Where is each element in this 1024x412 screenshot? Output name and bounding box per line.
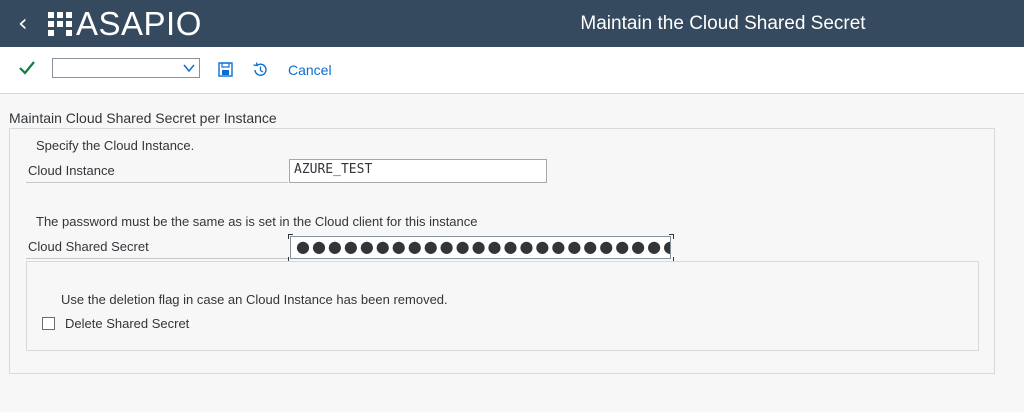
logo-mark-icon [48,12,72,36]
secret-hint: The password must be the same as is set … [36,214,478,229]
cloud-instance-label-underline [26,182,288,183]
page-title: Maintain the Cloud Shared Secret [580,13,866,34]
back-chevron-left-icon[interactable]: ‹ [18,9,38,37]
delete-shared-secret-label[interactable]: Delete Shared Secret [65,316,189,332]
focus-corner [288,234,293,239]
cloud-shared-secret-label-underline [26,258,288,259]
history-icon[interactable] [252,62,268,78]
cancel-button[interactable]: Cancel [288,62,332,78]
checkmark-icon [19,61,35,75]
brand-name: ASAPIO [76,5,202,42]
cloud-shared-secret-label: Cloud Shared Secret [28,239,149,254]
cloud-shared-secret-input[interactable]: ●●●●●●●●●●●●●●●●●●●●●●●●● [290,236,671,259]
application-toolbar: Cancel [0,47,1024,94]
confirm-checkmark-icon[interactable] [18,59,38,79]
chevron-down-icon[interactable] [182,60,196,76]
cloud-instance-label: Cloud Instance [28,163,115,178]
command-field[interactable] [52,58,200,78]
cloud-instance-input[interactable]: AZURE_TEST [289,159,547,183]
section-title: Maintain Cloud Shared Secret per Instanc… [9,110,277,126]
deletion-hint: Use the deletion flag in case an Cloud I… [61,292,448,307]
save-icon[interactable] [218,62,233,77]
instance-hint: Specify the Cloud Instance. [36,138,195,153]
focus-corner [669,234,674,239]
brand-logo: ASAPIO [48,5,202,42]
delete-shared-secret-checkbox[interactable] [42,317,55,330]
shell-bar: ‹ ASAPIO Maintain the Cloud Shared Secre… [0,0,1024,47]
